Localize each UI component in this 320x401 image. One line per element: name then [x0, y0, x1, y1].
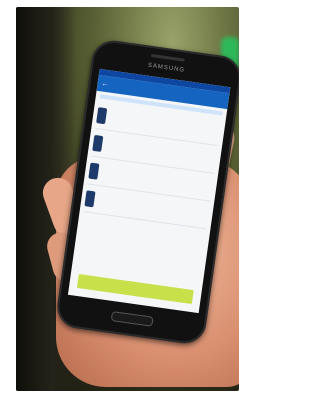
phone-screen: ← [67, 68, 231, 314]
phone-speaker [150, 53, 185, 62]
item-subtitle [108, 145, 210, 159]
ticket-icon [92, 134, 104, 152]
ticket-icon [96, 106, 108, 124]
item-name [104, 171, 206, 185]
checkout-button[interactable] [76, 274, 194, 305]
item-name [108, 143, 210, 157]
ticket-icon [88, 162, 100, 180]
item-subtitle [104, 173, 206, 187]
item-name [101, 199, 203, 213]
back-arrow-icon[interactable]: ← [101, 80, 109, 88]
ticket-icon [84, 189, 96, 207]
item-subtitle [100, 201, 202, 215]
photo: SAMSUNG ← [16, 7, 239, 391]
item-subtitle [112, 118, 214, 132]
home-button[interactable] [110, 311, 154, 327]
item-name [112, 116, 214, 130]
